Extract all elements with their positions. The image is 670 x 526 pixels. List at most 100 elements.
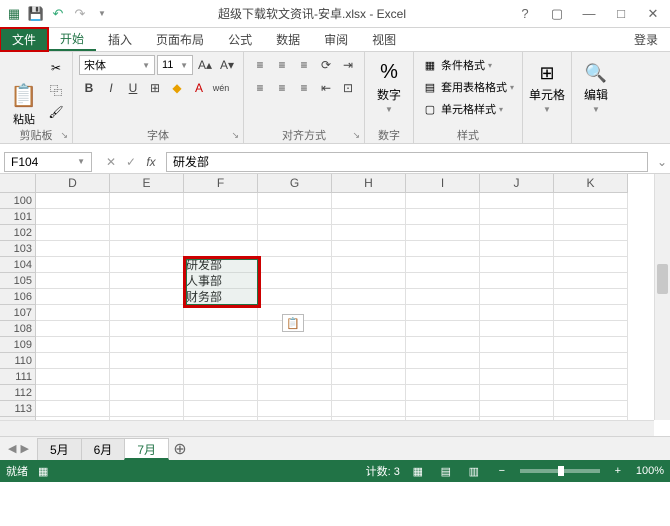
underline-button[interactable]: U xyxy=(123,78,143,98)
cell-G102[interactable] xyxy=(258,225,332,241)
cell-G106[interactable] xyxy=(258,289,332,305)
phonetic-icon[interactable]: wén xyxy=(211,78,231,98)
row-header-103[interactable]: 103 xyxy=(0,241,36,257)
cell-H101[interactable] xyxy=(332,209,406,225)
column-header-G[interactable]: G xyxy=(258,174,332,193)
cell-I111[interactable] xyxy=(406,369,480,385)
cell-K103[interactable] xyxy=(554,241,628,257)
column-header-K[interactable]: K xyxy=(554,174,628,193)
decrease-indent-icon[interactable]: ⇤ xyxy=(316,78,336,98)
row-header-101[interactable]: 101 xyxy=(0,209,36,225)
align-bottom-icon[interactable]: ≡ xyxy=(294,55,314,75)
format-painter-icon[interactable]: 🖌 xyxy=(46,103,66,121)
cell-G111[interactable] xyxy=(258,369,332,385)
cell-K112[interactable] xyxy=(554,385,628,401)
cell-D111[interactable] xyxy=(36,369,110,385)
tab-review[interactable]: 审阅 xyxy=(312,28,360,51)
increase-font-icon[interactable]: A▴ xyxy=(195,55,215,75)
cell-I100[interactable] xyxy=(406,193,480,209)
cancel-formula-icon[interactable]: ✕ xyxy=(102,153,120,171)
zoom-slider[interactable] xyxy=(520,469,600,473)
cell-E104[interactable] xyxy=(110,257,184,273)
cell-F106[interactable]: 财务部 xyxy=(184,289,258,305)
row-header-109[interactable]: 109 xyxy=(0,337,36,353)
align-launcher-icon[interactable]: ↘ xyxy=(352,130,360,141)
cell-K110[interactable] xyxy=(554,353,628,369)
cell-J100[interactable] xyxy=(480,193,554,209)
cell-F112[interactable] xyxy=(184,385,258,401)
font-size-select[interactable]: 11▼ xyxy=(157,55,193,75)
cell-K111[interactable] xyxy=(554,369,628,385)
cell-G103[interactable] xyxy=(258,241,332,257)
cell-I107[interactable] xyxy=(406,305,480,321)
column-header-H[interactable]: H xyxy=(332,174,406,193)
redo-icon[interactable]: ↷ xyxy=(70,4,90,24)
cell-I106[interactable] xyxy=(406,289,480,305)
cell-J113[interactable] xyxy=(480,401,554,417)
undo-icon[interactable]: ↶ xyxy=(48,4,68,24)
sheet-nav-prev-icon[interactable]: ◀ xyxy=(8,442,16,455)
row-header-107[interactable]: 107 xyxy=(0,305,36,321)
minimize-icon[interactable]: — xyxy=(576,4,602,24)
cell-D104[interactable] xyxy=(36,257,110,273)
cell-G100[interactable] xyxy=(258,193,332,209)
macro-record-icon[interactable]: ▦ xyxy=(38,465,48,478)
view-pagebreak-icon[interactable]: ▥ xyxy=(464,463,484,479)
cell-H107[interactable] xyxy=(332,305,406,321)
cell-I103[interactable] xyxy=(406,241,480,257)
ribbon-options-icon[interactable]: ▢ xyxy=(544,4,570,24)
cell-F109[interactable] xyxy=(184,337,258,353)
cell-D102[interactable] xyxy=(36,225,110,241)
help-icon[interactable]: ? xyxy=(512,4,538,24)
align-top-icon[interactable]: ≡ xyxy=(250,55,270,75)
sheet-tab-may[interactable]: 5月 xyxy=(37,438,82,460)
cell-E100[interactable] xyxy=(110,193,184,209)
cell-D109[interactable] xyxy=(36,337,110,353)
column-header-J[interactable]: J xyxy=(480,174,554,193)
cell-K107[interactable] xyxy=(554,305,628,321)
fill-color-icon[interactable]: ◆ xyxy=(167,78,187,98)
conditional-format-button[interactable]: ▦条件格式▾ xyxy=(420,55,516,75)
cell-H100[interactable] xyxy=(332,193,406,209)
cell-H102[interactable] xyxy=(332,225,406,241)
tab-formulas[interactable]: 公式 xyxy=(216,28,264,51)
cell-K106[interactable] xyxy=(554,289,628,305)
cell-F108[interactable] xyxy=(184,321,258,337)
cut-icon[interactable]: ✂ xyxy=(46,59,66,77)
cell-D103[interactable] xyxy=(36,241,110,257)
select-all-corner[interactable] xyxy=(0,174,36,193)
cell-J104[interactable] xyxy=(480,257,554,273)
view-normal-icon[interactable]: ▦ xyxy=(408,463,428,479)
cell-G110[interactable] xyxy=(258,353,332,369)
cell-H113[interactable] xyxy=(332,401,406,417)
cell-F100[interactable] xyxy=(184,193,258,209)
row-header-111[interactable]: 111 xyxy=(0,369,36,385)
cell-J107[interactable] xyxy=(480,305,554,321)
cell-K113[interactable] xyxy=(554,401,628,417)
column-header-D[interactable]: D xyxy=(36,174,110,193)
align-left-icon[interactable]: ≡ xyxy=(250,78,270,98)
name-box[interactable]: F104▼ xyxy=(4,152,92,172)
cell-J109[interactable] xyxy=(480,337,554,353)
cell-K100[interactable] xyxy=(554,193,628,209)
cell-K101[interactable] xyxy=(554,209,628,225)
cell-H108[interactable] xyxy=(332,321,406,337)
row-header-112[interactable]: 112 xyxy=(0,385,36,401)
border-icon[interactable]: ⊞ xyxy=(145,78,165,98)
cell-I112[interactable] xyxy=(406,385,480,401)
tab-file[interactable]: 文件 xyxy=(0,28,48,51)
editing-button[interactable]: 🔍 编辑 ▼ xyxy=(578,55,614,127)
copy-icon[interactable]: ⿻ xyxy=(46,81,66,99)
cell-D112[interactable] xyxy=(36,385,110,401)
row-header-110[interactable]: 110 xyxy=(0,353,36,369)
cell-J101[interactable] xyxy=(480,209,554,225)
cell-D110[interactable] xyxy=(36,353,110,369)
number-format-button[interactable]: % 数字 ▼ xyxy=(371,55,407,127)
row-header-113[interactable]: 113 xyxy=(0,401,36,417)
cell-H111[interactable] xyxy=(332,369,406,385)
cell-J105[interactable] xyxy=(480,273,554,289)
cell-F111[interactable] xyxy=(184,369,258,385)
zoom-level[interactable]: 100% xyxy=(636,465,664,477)
row-header-105[interactable]: 105 xyxy=(0,273,36,289)
cell-F107[interactable] xyxy=(184,305,258,321)
